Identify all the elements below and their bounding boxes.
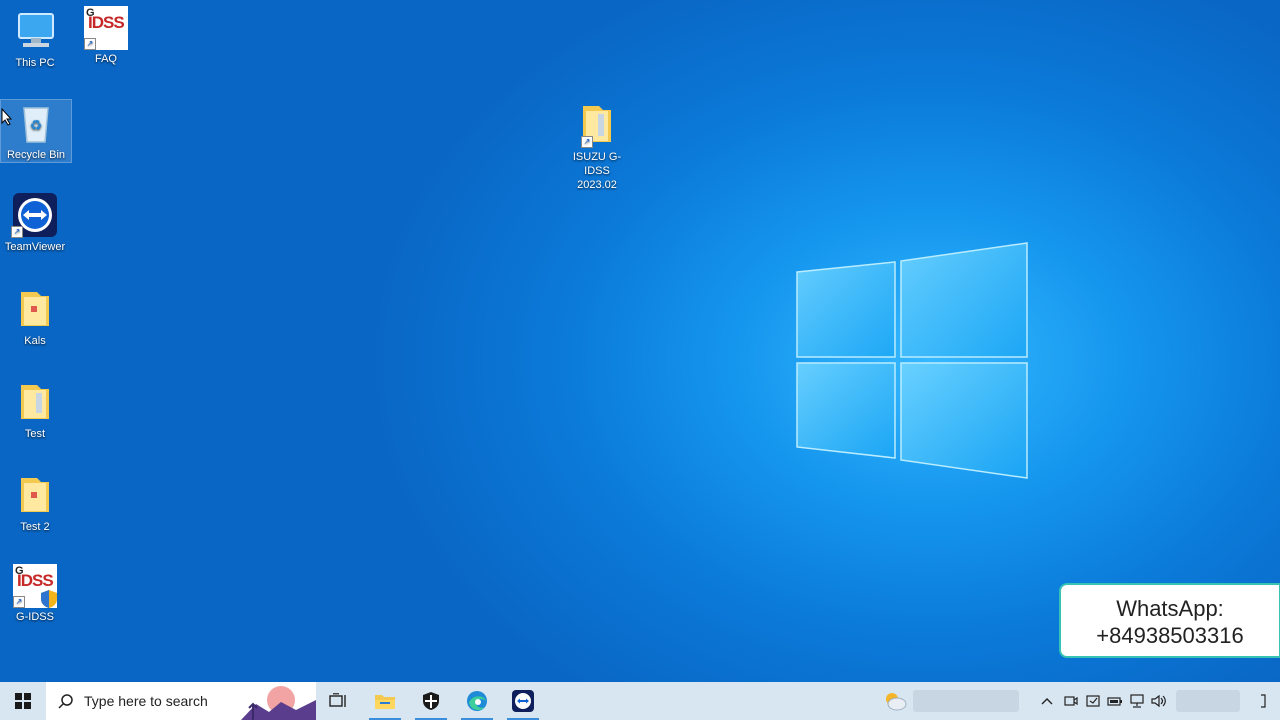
uac-shield-icon xyxy=(41,590,57,608)
desktop-icon-g-idss[interactable]: G IDSS ↗ G-IDSS xyxy=(0,564,70,624)
battery-icon xyxy=(1107,697,1122,706)
weather-icon xyxy=(886,693,907,711)
desktop-icon-label: Test 2 xyxy=(20,521,50,533)
show-hidden-icons[interactable] xyxy=(1038,682,1056,720)
desktop[interactable]: This PC G IDSS ↗ FAQ ♻ Recycle Bin ↗ Tea… xyxy=(0,0,1280,682)
desktop-icon-test[interactable]: Test xyxy=(0,379,70,441)
desktop-icon-teamviewer[interactable]: ↗ TeamViewer xyxy=(0,192,70,254)
mouse-cursor-icon xyxy=(1,108,13,126)
taskbar-edge[interactable] xyxy=(455,682,499,720)
volume-icon xyxy=(1151,694,1166,708)
shortcut-arrow-icon: ↗ xyxy=(581,136,593,148)
weather-text-blurred xyxy=(913,690,1019,712)
meet-now-icon xyxy=(1064,696,1078,706)
shortcut-arrow-icon: ↗ xyxy=(13,596,25,608)
desktop-icon-isuzu-g-idss[interactable]: ↗ ISUZU G-IDSS 2023.02 xyxy=(562,102,632,192)
desktop-icon-label: Test xyxy=(24,428,46,440)
idss-logo-icon: G IDSS ↗ xyxy=(13,564,57,608)
folder-icon xyxy=(11,379,59,425)
tray-meet-now[interactable] xyxy=(1061,682,1081,720)
windows-security-icon xyxy=(423,692,439,710)
svg-text:♻: ♻ xyxy=(30,117,43,133)
clock-blurred[interactable] xyxy=(1176,690,1240,712)
shortcut-arrow-icon: ↗ xyxy=(84,38,96,50)
windows-wallpaper-logo xyxy=(796,242,1028,479)
edge-icon xyxy=(467,691,487,711)
taskbar-file-explorer[interactable] xyxy=(363,682,407,720)
desktop-icon-label: This PC xyxy=(15,57,55,69)
shortcut-arrow-icon: ↗ xyxy=(11,226,23,238)
folder-icon: ↗ xyxy=(573,102,621,148)
tray-battery[interactable] xyxy=(1105,682,1125,720)
desktop-icon-test-2[interactable]: Test 2 xyxy=(0,472,70,534)
taskbar-teamviewer[interactable] xyxy=(501,682,545,720)
system-tray xyxy=(880,682,1280,720)
file-explorer-icon xyxy=(375,695,395,709)
action-icon xyxy=(1086,695,1100,707)
desktop-icon-label: ISUZU G-IDSS xyxy=(572,151,622,177)
idss-logo-text: IDSS xyxy=(88,13,125,32)
recycle-bin-icon: ♻ xyxy=(12,100,60,146)
desktop-icon-label: G-IDSS xyxy=(16,611,54,623)
tray-action[interactable] xyxy=(1083,682,1103,720)
tray-volume[interactable] xyxy=(1149,682,1169,720)
idss-logo-text: IDSS xyxy=(17,571,54,590)
whatsapp-number: +84938503316 xyxy=(1096,623,1244,648)
start-button[interactable] xyxy=(0,682,46,720)
notification-button[interactable] xyxy=(1252,682,1274,720)
weather-widget[interactable] xyxy=(880,682,910,720)
taskbar-windows-security[interactable] xyxy=(409,682,453,720)
desktop-icon-label: TeamViewer xyxy=(4,241,66,253)
tray-network[interactable] xyxy=(1127,682,1147,720)
teamviewer-icon: ↗ xyxy=(11,192,59,238)
desktop-icon-label: Recycle Bin xyxy=(6,149,66,161)
search-placeholder: Type here to search xyxy=(84,693,208,709)
notification-icon xyxy=(1261,694,1266,708)
search-highlight-illustration xyxy=(241,682,316,720)
chevron-up-icon xyxy=(1041,698,1053,705)
task-view-button[interactable] xyxy=(316,682,360,720)
desktop-icon-kals[interactable]: Kals xyxy=(0,286,70,348)
teamviewer-icon xyxy=(512,690,534,712)
folder-icon xyxy=(11,286,59,332)
folder-icon xyxy=(11,472,59,518)
network-icon xyxy=(1130,694,1144,708)
desktop-icon-label: FAQ xyxy=(94,53,117,65)
computer-icon xyxy=(11,8,59,54)
taskbar: Type here to search xyxy=(0,682,1280,720)
idss-logo-icon: G IDSS ↗ xyxy=(84,6,128,50)
whatsapp-contact-overlay: WhatsApp: +84938503316 xyxy=(1059,583,1280,658)
desktop-icon-label-line2: 2023.02 xyxy=(577,179,617,191)
windows-start-icon xyxy=(15,693,31,709)
task-view-icon xyxy=(329,693,346,707)
desktop-icon-faq[interactable]: G IDSS ↗ FAQ xyxy=(71,6,141,66)
search-icon xyxy=(58,694,73,709)
taskbar-search-box[interactable]: Type here to search xyxy=(46,682,316,720)
whatsapp-label: WhatsApp: xyxy=(1116,596,1224,621)
desktop-icon-this-pc[interactable]: This PC xyxy=(0,8,70,70)
desktop-icon-label: Kals xyxy=(24,335,46,347)
